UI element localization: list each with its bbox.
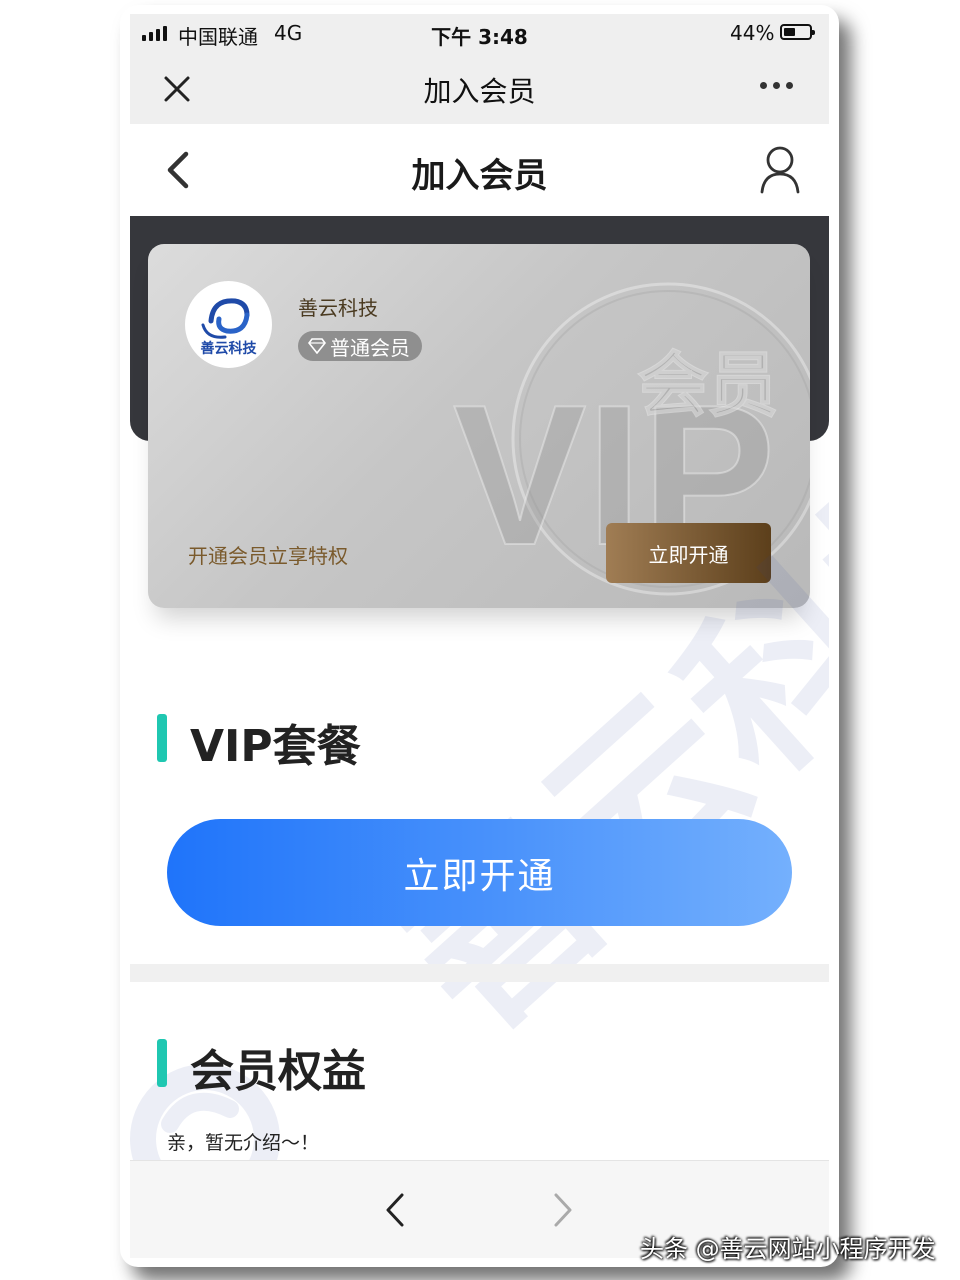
battery-icon — [780, 24, 815, 40]
source-credit: 头条 @善云网站小程序开发 — [640, 1235, 936, 1263]
member-card: VIP 会员 善云科技 善云科技 普通会员 开通会员立享特权 立即开通 — [148, 244, 810, 608]
section-accent-bar — [157, 1039, 167, 1087]
status-bar: 中国联通 4G 下午 3:48 44% — [130, 14, 829, 54]
member-level-label: 普通会员 — [330, 335, 410, 360]
section-accent-bar — [157, 714, 167, 762]
benefits-section-title: 会员权益 — [190, 1046, 366, 1097]
page-header: 加入会员 — [130, 124, 829, 216]
logo-text: 善云科技 — [200, 341, 257, 357]
card-open-button[interactable]: 立即开通 — [606, 523, 771, 583]
chevron-left-icon[interactable] — [380, 1187, 410, 1233]
status-time: 下午 3:48 — [431, 25, 528, 49]
diamond-icon — [308, 338, 326, 354]
card-tagline: 开通会员立享特权 — [188, 544, 348, 568]
company-logo: 善云科技 — [185, 281, 272, 368]
user-icon[interactable] — [756, 144, 804, 196]
page-title: 加入会员 — [411, 156, 548, 196]
company-name: 善云科技 — [298, 296, 378, 320]
chevron-right-icon[interactable] — [548, 1187, 578, 1233]
phone-screen: 中国联通 4G 下午 3:48 44% 加入会员 加入会员 VIP 会员 善云科… — [130, 14, 829, 1258]
wechat-nav-bar: 加入会员 — [130, 54, 829, 124]
wechat-title: 加入会员 — [423, 75, 536, 108]
open-membership-button[interactable]: 立即开通 — [167, 819, 792, 926]
benefits-empty-text: 亲，暂无介绍～！ — [167, 1132, 320, 1154]
member-watermark-text: 会员 — [638, 344, 778, 426]
section-divider — [130, 964, 829, 982]
more-dots-icon[interactable] — [760, 82, 793, 89]
vip-section-title: VIP套餐 — [190, 721, 361, 772]
battery-percent: 44% — [730, 21, 775, 45]
member-level-badge: 普通会员 — [298, 331, 422, 361]
